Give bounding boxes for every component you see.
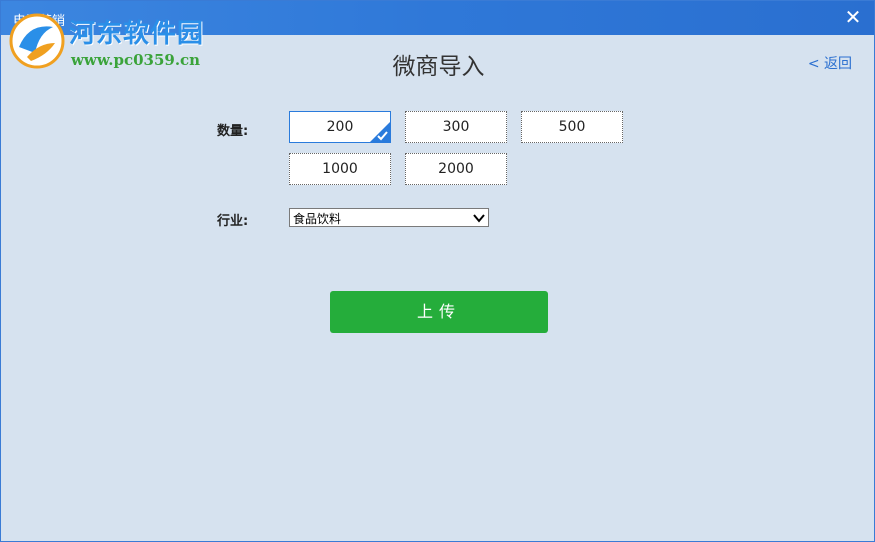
industry-selected-value: 食品饮料 <box>293 212 342 226</box>
quantity-option-label: 300 <box>442 119 470 135</box>
window-title: 电话营销 <box>13 14 66 29</box>
quantity-option-300[interactable]: 300 <box>405 111 507 143</box>
industry-select[interactable]: 食品饮料 <box>289 208 489 227</box>
check-corner-icon <box>369 121 391 143</box>
industry-label: 行业: <box>217 214 249 229</box>
app-window: 电话营销 ✕ 河东软件园 www.pc0359.cn 微商导入 < 返回 数量:… <box>0 0 875 542</box>
quantity-option-2000[interactable]: 2000 <box>405 153 507 185</box>
quantity-option-label: 1000 <box>322 161 358 177</box>
quantity-option-500[interactable]: 500 <box>521 111 623 143</box>
back-link[interactable]: < 返回 <box>808 53 852 73</box>
quantity-label: 数量: <box>217 124 249 139</box>
quantity-option-label: 200 <box>326 119 354 135</box>
title-bar[interactable]: 电话营销 ✕ <box>1 1 874 35</box>
quantity-option-label: 500 <box>558 119 586 135</box>
quantity-option-200[interactable]: 200 <box>289 111 391 143</box>
close-icon: ✕ <box>844 5 862 29</box>
page-title: 微商导入 <box>392 54 485 80</box>
quantity-option-1000[interactable]: 1000 <box>289 153 391 185</box>
quantity-option-label: 2000 <box>438 161 474 177</box>
chevron-down-icon <box>473 214 485 223</box>
close-button[interactable]: ✕ <box>842 6 864 28</box>
upload-button[interactable]: 上传 <box>330 291 548 333</box>
